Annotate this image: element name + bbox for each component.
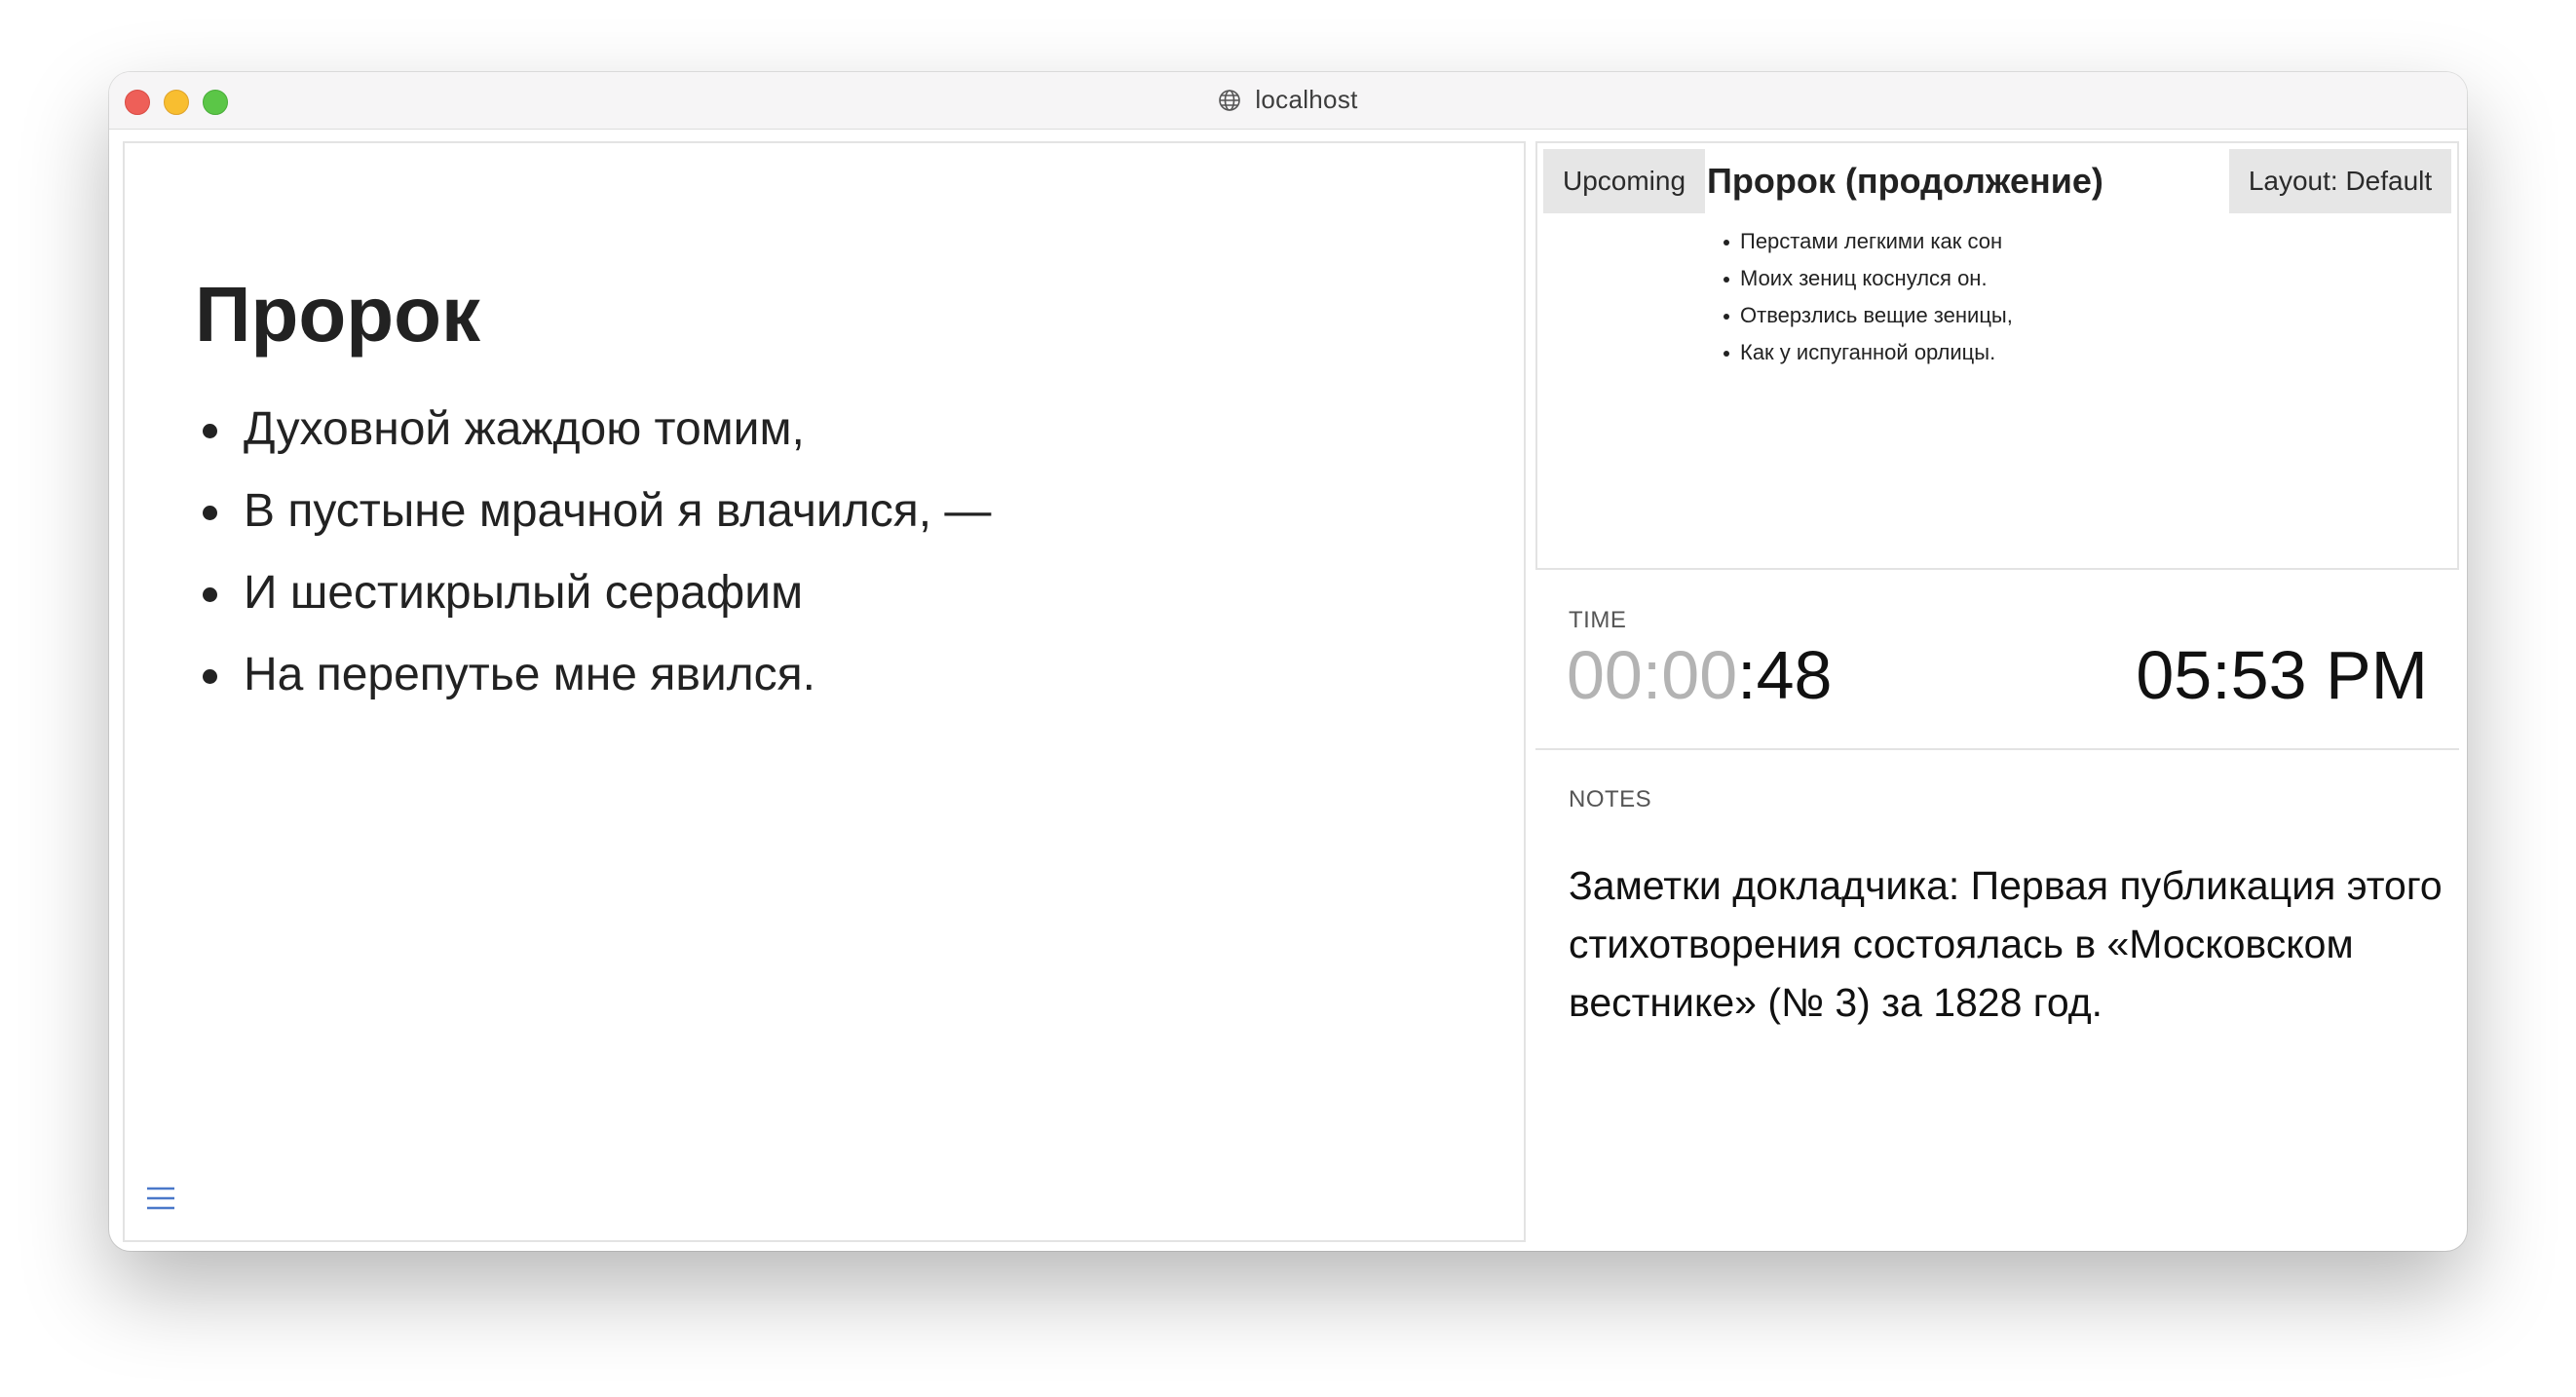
layout-selector-button[interactable]: Layout: Default	[2229, 149, 2451, 213]
speaker-notes: Заметки докладчика: Первая публикация эт…	[1569, 863, 2443, 1025]
upcoming-bullet: Как у испуганной орлицы.	[1724, 334, 2013, 371]
globe-icon	[1219, 90, 1241, 111]
upcoming-bullet: Моих зениц коснулся он.	[1724, 260, 2013, 297]
elapsed-timer[interactable]: 00:00:48	[1567, 636, 1832, 714]
elapsed-timer-seconds: :48	[1737, 637, 1833, 713]
slide-bullet-list: Духовной жаждою томим, В пустыне мрачной…	[195, 389, 991, 716]
slide-title: Пророк	[195, 271, 481, 358]
address-bar-url: localhost	[1255, 85, 1358, 114]
upcoming-toggle-button[interactable]: Upcoming	[1543, 149, 1705, 213]
upcoming-bullet: Перстами легкими как сон	[1724, 223, 2013, 260]
hamburger-menu-icon[interactable]	[146, 1186, 175, 1211]
upcoming-slide-preview: Upcoming Пророк (продолжение) Layout: De…	[1535, 141, 2459, 570]
desktop-background: localhost Пророк Духовной жаждою томим, …	[0, 0, 2576, 1397]
presenter-view: Пророк Духовной жаждою томим, В пустыне …	[109, 130, 2467, 1251]
time-label: TIME	[1569, 607, 1627, 633]
slide-bullet: Духовной жаждою томим,	[202, 389, 991, 471]
current-slide: Пророк Духовной жаждою томим, В пустыне …	[123, 141, 1526, 1242]
elapsed-timer-hours-minutes: 00:00	[1567, 637, 1738, 713]
slide-bullet: В пустыне мрачной я влачился, —	[202, 471, 991, 552]
upcoming-slide-title: Пророк (продолжение)	[1707, 161, 2103, 201]
notes-label: NOTES	[1569, 786, 1652, 812]
slide-bullet: И шестикрылый серафим	[202, 552, 991, 634]
wall-clock: 05:53 PM	[2136, 637, 2428, 713]
address-bar[interactable]: localhost	[109, 85, 2467, 115]
slide-bullet: На перепутье мне явился.	[202, 634, 991, 716]
title-bar: localhost	[109, 72, 2467, 130]
notes-section: NOTES Заметки докладчика: Первая публика…	[1535, 753, 2459, 1240]
upcoming-bullet-list: Перстами легкими как сон Моих зениц косн…	[1721, 223, 2013, 371]
browser-window: localhost Пророк Духовной жаждою томим, …	[109, 72, 2467, 1251]
time-section: TIME 00:00:48 05:53 PM	[1535, 580, 2459, 750]
upcoming-bullet: Отверзлись вещие зеницы,	[1724, 297, 2013, 334]
